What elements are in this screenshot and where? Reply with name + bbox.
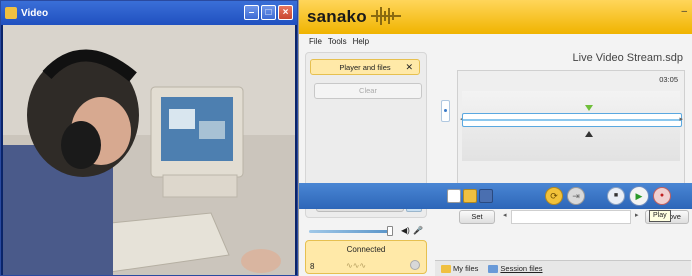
player-files-close-icon[interactable]: ✕ <box>405 62 413 73</box>
player-toolbar: ⟳ ⇥ ■ ▶ ● <box>299 183 692 209</box>
volume-slider-handle[interactable] <box>387 226 393 236</box>
record-button[interactable]: ● <box>653 187 671 205</box>
playhead-marker-icon[interactable] <box>585 131 593 137</box>
connection-status-text: Connected <box>346 245 386 254</box>
app-header: sanako – <box>299 0 692 34</box>
player-panel: Live Video Stream.sdp 03:05 ◂ ▸ Set ◂ ▸ … <box>435 48 689 276</box>
play-tooltip: Play <box>649 210 671 222</box>
timeline-right-arrow-icon[interactable]: ▸ <box>679 115 683 123</box>
maximize-button[interactable]: □ <box>261 5 276 20</box>
new-file-icon[interactable] <box>447 189 461 203</box>
set-button[interactable]: Set <box>459 210 495 224</box>
close-button[interactable]: × <box>278 5 293 20</box>
speaker-icon[interactable]: ◀) <box>401 226 410 235</box>
player-files-label: Player and files <box>339 62 391 72</box>
segment-field[interactable] <box>511 210 631 224</box>
play-button[interactable]: ▶ <box>629 186 649 206</box>
menu-help[interactable]: Help <box>353 37 369 46</box>
screen: Video – □ × sanako – File Tools Help Pla… <box>0 0 692 276</box>
session-files-icon <box>488 264 499 273</box>
stream-title: Live Video Stream.sdp <box>572 52 683 64</box>
video-app-icon <box>5 7 17 19</box>
volume-row: ◀) 🎤 <box>309 226 427 236</box>
volume-slider-track[interactable] <box>309 230 391 233</box>
sync-icon[interactable]: ⟳ <box>545 187 563 205</box>
file-tabs: My files Session files <box>435 260 691 276</box>
segment-prev-icon[interactable]: ◂ <box>503 211 507 219</box>
participant-count: 8 <box>310 262 315 271</box>
save-icon[interactable] <box>479 189 493 203</box>
connection-status-panel: Connected 8 ∿∿∿ <box>305 240 427 274</box>
minimize-button[interactable]: – <box>244 5 259 20</box>
tab-my-files[interactable]: My files <box>441 264 478 273</box>
open-folder-icon[interactable] <box>463 189 477 203</box>
menu-tools[interactable]: Tools <box>328 37 347 46</box>
video-frame <box>3 25 295 275</box>
tab-my-files-label: My files <box>453 264 479 273</box>
tab-session-files[interactable]: Session files <box>488 264 543 273</box>
clear-button[interactable]: Clear <box>314 83 422 99</box>
window-controls: – □ × <box>244 5 293 20</box>
time-display: 03:05 <box>659 75 678 84</box>
video-window: Video – □ × <box>0 0 298 276</box>
signal-wave-icon: ∿∿∿ <box>346 261 367 270</box>
video-scene-image <box>3 25 295 275</box>
start-marker-icon[interactable] <box>585 105 593 111</box>
timeline-track[interactable] <box>462 113 682 127</box>
brand-logo: sanako <box>307 7 367 26</box>
segment-next-icon[interactable]: ▸ <box>635 211 639 219</box>
status-indicator-icon <box>410 260 420 270</box>
brand-wave-icon <box>371 7 401 25</box>
microphone-icon[interactable]: 🎤 <box>413 226 423 235</box>
menu-bar: File Tools Help <box>299 34 692 48</box>
menu-file[interactable]: File <box>309 37 322 46</box>
player-files-tab[interactable]: Player and files ✕ <box>310 59 420 75</box>
sanako-app: sanako – File Tools Help Player and file… <box>298 0 692 276</box>
side-handle[interactable] <box>441 100 450 122</box>
my-files-icon <box>441 264 451 273</box>
timeline-panel: 03:05 ◂ ▸ <box>457 70 685 200</box>
app-minimize-button[interactable]: – <box>681 6 687 17</box>
tab-session-files-label: Session files <box>500 264 543 273</box>
stop-button[interactable]: ■ <box>607 187 625 205</box>
video-window-title: Video <box>21 7 49 19</box>
export-icon[interactable]: ⇥ <box>567 187 585 205</box>
